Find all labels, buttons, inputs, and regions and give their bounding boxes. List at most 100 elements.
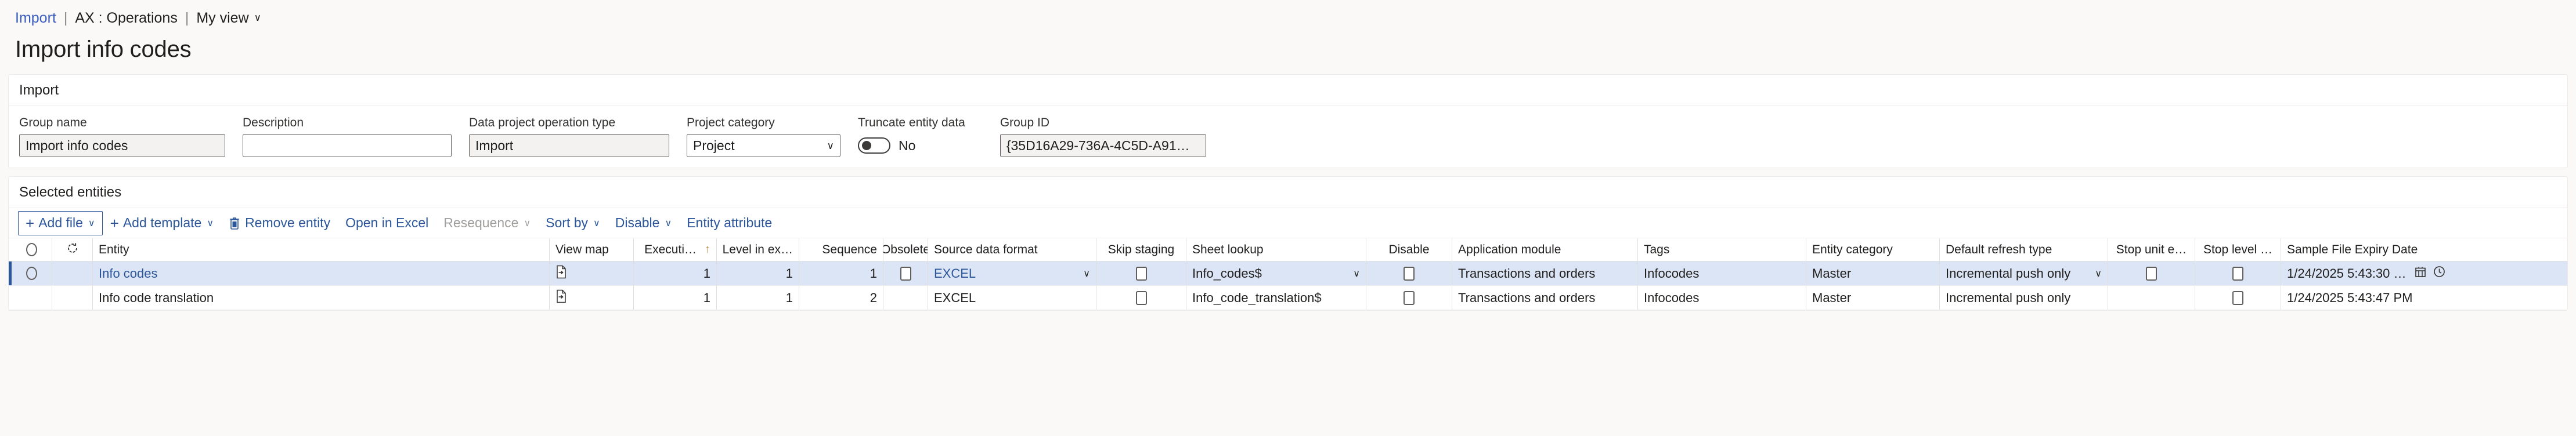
table-row[interactable]: Info code translation 1 1 2 EXCEL Info_code_t… <box>9 286 2567 310</box>
chevron-down-icon[interactable]: ∨ <box>1353 268 1360 279</box>
cell-refresh_type[interactable]: Incremental push only ∨ <box>1940 261 2108 285</box>
cell-execution[interactable]: 1 <box>634 286 717 310</box>
column-header-stop_level[interactable]: Stop level … <box>2195 238 2281 261</box>
cell-skip_staging[interactable] <box>1096 286 1186 310</box>
breadcrumb-view[interactable]: My view <box>196 10 248 27</box>
column-header-entity_category[interactable]: Entity category <box>1806 238 1940 261</box>
column-header-expiry[interactable]: Sample File Expiry Date <box>2281 238 2559 261</box>
column-header-entity[interactable]: Entity <box>93 238 550 261</box>
table-row[interactable]: Info codes 1 1 1 EXCEL ∨ Info_codes$ ∨ Transacti… <box>9 261 2567 286</box>
checkbox-stop_level[interactable] <box>2232 266 2243 281</box>
column-header-refresh_type[interactable]: Default refresh type <box>1940 238 2108 261</box>
cell-sequence[interactable]: 2 <box>799 286 883 310</box>
cell-skip_staging[interactable] <box>1096 261 1186 285</box>
cell-entity_category[interactable]: Master <box>1806 286 1940 310</box>
chevron-down-icon[interactable]: ∨ <box>2095 268 2102 279</box>
group-name-input[interactable]: Import info codes <box>19 134 225 157</box>
toolbar-button-open-in-excel[interactable]: Open in Excel <box>338 211 436 235</box>
chevron-down-icon[interactable]: ∨ <box>827 141 834 151</box>
cell-select[interactable] <box>12 261 52 285</box>
map-icon[interactable] <box>555 289 567 307</box>
toolbar-button-entity-attribute[interactable]: Entity attribute <box>679 211 780 235</box>
cell-obsolete[interactable] <box>883 286 928 310</box>
cell-select[interactable] <box>12 286 52 310</box>
cell-sheet_lookup[interactable]: Info_codes$ ∨ <box>1186 261 1366 285</box>
checkbox-stop_unit[interactable] <box>2146 266 2157 281</box>
cell-view_map[interactable] <box>550 286 634 310</box>
cell-entity_category[interactable]: Master <box>1806 261 1940 285</box>
checkbox-obsolete[interactable] <box>900 266 911 281</box>
cell-stop_level[interactable] <box>2195 286 2281 310</box>
sort-ascending-icon[interactable]: ↑ <box>705 243 710 256</box>
cell-sheet_lookup[interactable]: Info_code_translation$ <box>1186 286 1366 310</box>
column-header-app_module[interactable]: Application module <box>1452 238 1638 261</box>
cell-source_format[interactable]: EXCEL ∨ <box>928 261 1096 285</box>
clock-icon[interactable] <box>2433 266 2445 281</box>
cell-app_module[interactable]: Transactions and orders <box>1452 286 1638 310</box>
cell-stop_unit[interactable] <box>2108 286 2195 310</box>
cell-expiry[interactable]: 1/24/2025 5:43:47 PM <box>2281 286 2559 310</box>
chevron-down-icon[interactable]: ∨ <box>207 217 214 229</box>
cell-level[interactable]: 1 <box>717 261 799 285</box>
breadcrumb-link-import[interactable]: Import <box>15 10 56 27</box>
toolbar-button-sort-by[interactable]: Sort by ∨ <box>538 211 608 235</box>
toolbar-button-disable[interactable]: Disable ∨ <box>608 211 679 235</box>
select-all-icon[interactable] <box>26 243 37 256</box>
cell-refresh[interactable] <box>52 286 93 310</box>
cell-expiry[interactable]: 1/24/2025 5:43:30 … <box>2281 261 2559 285</box>
truncate-entity-data-toggle[interactable] <box>858 137 890 154</box>
cell-refresh_type[interactable]: Incremental push only <box>1940 286 2108 310</box>
checkbox-disable[interactable] <box>1404 266 1415 281</box>
cell-refresh[interactable] <box>52 261 93 285</box>
column-header-skip_staging[interactable]: Skip staging <box>1096 238 1186 261</box>
cell-app_module[interactable]: Transactions and orders <box>1452 261 1638 285</box>
cell-disable[interactable] <box>1366 261 1452 285</box>
cell-disable[interactable] <box>1366 286 1452 310</box>
chevron-down-icon[interactable]: ∨ <box>524 217 531 229</box>
row-select-icon[interactable] <box>26 267 37 280</box>
cell-stop_unit[interactable] <box>2108 261 2195 285</box>
calendar-icon[interactable] <box>2415 266 2426 281</box>
column-header-source_format[interactable]: Source data format <box>928 238 1096 261</box>
cell-entity[interactable]: Info codes <box>93 261 550 285</box>
checkbox-skip_staging[interactable] <box>1135 266 1147 281</box>
checkbox-stop_level[interactable] <box>2232 290 2243 305</box>
description-input[interactable] <box>243 134 452 157</box>
chevron-down-icon[interactable]: ∨ <box>593 217 600 229</box>
checkbox-skip_staging[interactable] <box>1135 290 1147 305</box>
column-header-level[interactable]: Level in ex… <box>717 238 799 261</box>
column-header-disable[interactable]: Disable <box>1366 238 1452 261</box>
cell-source_format[interactable]: EXCEL <box>928 286 1096 310</box>
column-header-obsolete[interactable]: Obsolete <box>883 238 928 261</box>
cell-obsolete[interactable] <box>883 261 928 285</box>
cell-level[interactable]: 1 <box>717 286 799 310</box>
project-category-select[interactable]: Project ∨ <box>687 134 840 157</box>
chevron-down-icon[interactable]: ∨ <box>1083 268 1090 279</box>
cell-stop_level[interactable] <box>2195 261 2281 285</box>
cell-entity[interactable]: Info code translation <box>93 286 550 310</box>
cell-execution[interactable]: 1 <box>634 261 717 285</box>
refresh-icon[interactable] <box>66 242 79 258</box>
map-icon[interactable] <box>555 265 567 282</box>
toolbar-button-add-template[interactable]: + Add template ∨ <box>103 211 221 235</box>
toolbar-button-add-file[interactable]: + Add file ∨ <box>18 210 103 235</box>
cell-tags[interactable]: Infocodes <box>1638 286 1806 310</box>
column-header-execution[interactable]: Executi… ↑ <box>634 238 717 261</box>
column-header-stop_unit[interactable]: Stop unit e… <box>2108 238 2195 261</box>
toolbar-button-remove-entity[interactable]: Remove entity <box>221 211 338 235</box>
chevron-down-icon[interactable]: ∨ <box>665 217 672 229</box>
group-id-input[interactable]: {35D16A29-736A-4C5D-A91… <box>1000 134 1206 157</box>
column-header-refresh[interactable] <box>52 238 93 261</box>
column-header-view_map[interactable]: View map <box>550 238 634 261</box>
column-header-tags[interactable]: Tags <box>1638 238 1806 261</box>
checkbox-disable[interactable] <box>1404 290 1415 305</box>
operation-type-input[interactable]: Import <box>469 134 669 157</box>
column-header-sheet_lookup[interactable]: Sheet lookup <box>1186 238 1366 261</box>
chevron-down-icon[interactable]: ∨ <box>254 12 261 24</box>
cell-tags[interactable]: Infocodes <box>1638 261 1806 285</box>
chevron-down-icon[interactable]: ∨ <box>88 217 95 229</box>
column-header-select[interactable] <box>12 238 52 261</box>
cell-sequence[interactable]: 1 <box>799 261 883 285</box>
cell-view_map[interactable] <box>550 261 634 285</box>
column-header-sequence[interactable]: Sequence <box>799 238 883 261</box>
